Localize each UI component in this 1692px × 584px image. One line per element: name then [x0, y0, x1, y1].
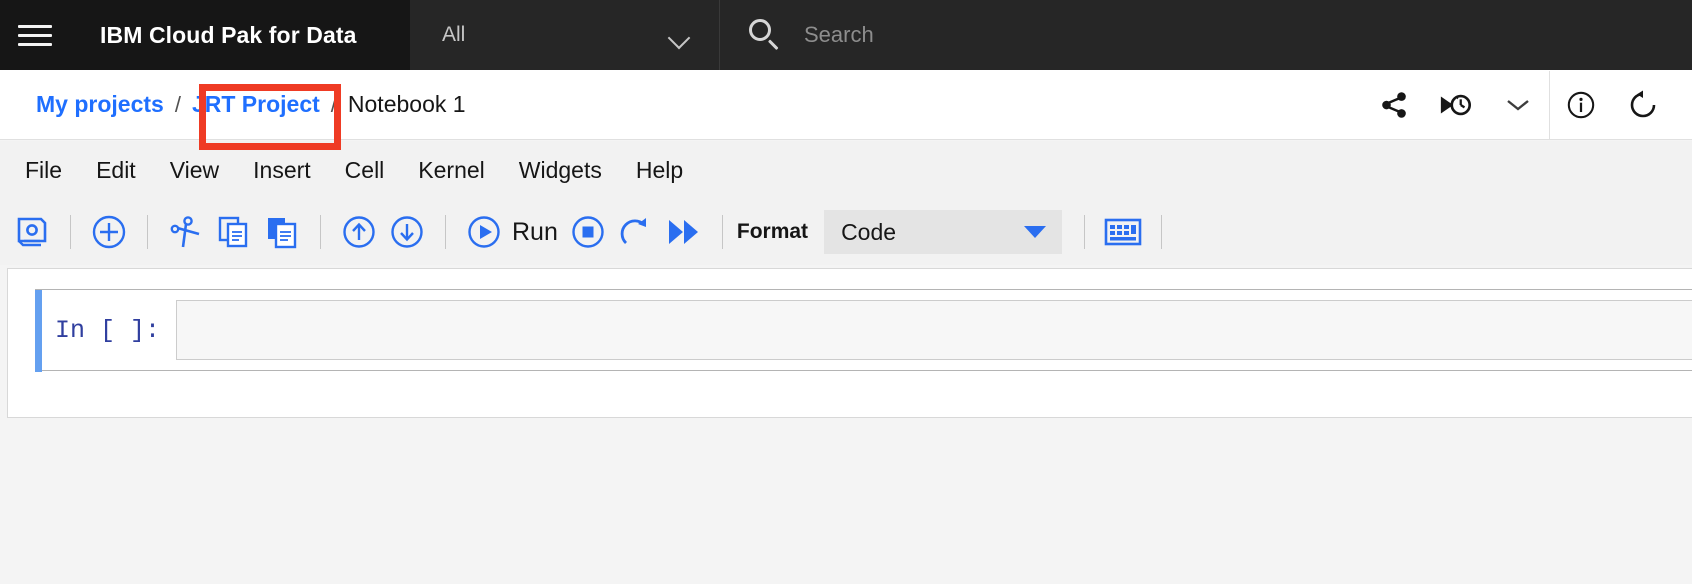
format-label: Format	[736, 220, 809, 243]
toolbar-divider	[320, 215, 321, 249]
menu-item-view[interactable]: View	[153, 151, 236, 190]
hamburger-bar	[18, 42, 52, 46]
breadcrumb-item-notebook-1: Notebook 1	[347, 91, 466, 117]
global-search[interactable]: Search	[720, 0, 1692, 70]
copy-icon[interactable]	[210, 208, 258, 256]
hamburger-bar	[18, 33, 52, 37]
restart-kernel-icon[interactable]	[612, 208, 660, 256]
breadcrumb-item-my-projects[interactable]: My projects	[36, 91, 164, 118]
breadcrumb-item-jrt-project[interactable]: JRT Project	[192, 91, 320, 118]
restart-icon[interactable]	[1612, 70, 1674, 140]
brand-title[interactable]: IBM Cloud Pak for Data	[100, 22, 357, 49]
menu-item-edit[interactable]: Edit	[79, 151, 153, 190]
save-icon[interactable]	[8, 208, 56, 256]
add-cell-icon[interactable]	[85, 208, 133, 256]
keyboard-icon[interactable]	[1099, 208, 1147, 256]
chevron-down-icon	[1024, 226, 1047, 238]
notebook-menubar: File Edit View Insert Cell Kernel Widget…	[0, 141, 1692, 199]
notebook-panel: In [ ]:	[7, 268, 1692, 418]
toolbar-divider	[721, 215, 723, 249]
run-button[interactable]: Run	[512, 218, 558, 247]
chevron-down-icon[interactable]	[1487, 70, 1549, 140]
breadcrumb: My projects / JRT Project / Notebook 1	[0, 91, 1363, 118]
chevron-down-icon	[669, 29, 691, 42]
cell-selection-accent	[35, 290, 42, 372]
menu-item-kernel[interactable]: Kernel	[401, 151, 501, 190]
stop-icon[interactable]	[564, 208, 612, 256]
breadcrumb-separator: /	[330, 91, 337, 117]
format-select-value: Code	[841, 218, 897, 245]
share-icon[interactable]	[1363, 70, 1425, 140]
toolbar-divider	[1161, 215, 1163, 249]
hamburger-menu-icon[interactable]	[0, 0, 70, 70]
global-header: IBM Cloud Pak for Data All Search	[0, 0, 1692, 70]
cell-code-input[interactable]	[176, 300, 1692, 360]
paste-icon[interactable]	[258, 208, 306, 256]
run-history-icon[interactable]	[1425, 70, 1487, 140]
notebook-cell[interactable]: In [ ]:	[35, 289, 1692, 372]
cell-prompt: In [ ]:	[54, 316, 160, 345]
search-icon	[748, 18, 782, 52]
notebook-toolbar: Run Format Code	[0, 199, 1692, 265]
menu-item-insert[interactable]: Insert	[236, 151, 328, 190]
info-icon[interactable]	[1550, 70, 1612, 140]
toolbar-divider	[445, 215, 446, 249]
hamburger-bar	[18, 24, 52, 28]
toolbar-divider	[147, 215, 148, 249]
search-input[interactable]: Search	[804, 22, 874, 48]
cut-icon[interactable]	[162, 208, 210, 256]
move-down-icon[interactable]	[383, 208, 431, 256]
menu-item-help[interactable]: Help	[619, 151, 700, 190]
breadcrumb-actions	[1363, 70, 1692, 139]
scope-selector[interactable]: All	[410, 0, 720, 70]
breadcrumb-bar: My projects / JRT Project / Notebook 1	[0, 70, 1692, 140]
format-select[interactable]: Code	[824, 210, 1063, 254]
menu-item-widgets[interactable]: Widgets	[502, 151, 619, 190]
toolbar-divider	[70, 215, 71, 249]
toolbar-divider	[1084, 215, 1086, 249]
header-brand-zone: IBM Cloud Pak for Data	[0, 0, 410, 70]
run-play-icon[interactable]	[460, 208, 508, 256]
breadcrumb-separator: /	[174, 91, 181, 117]
fast-forward-icon[interactable]	[660, 208, 708, 256]
move-up-icon[interactable]	[335, 208, 383, 256]
menu-item-cell[interactable]: Cell	[328, 151, 402, 190]
scope-selector-value: All	[442, 23, 466, 46]
menu-item-file[interactable]: File	[8, 151, 79, 190]
